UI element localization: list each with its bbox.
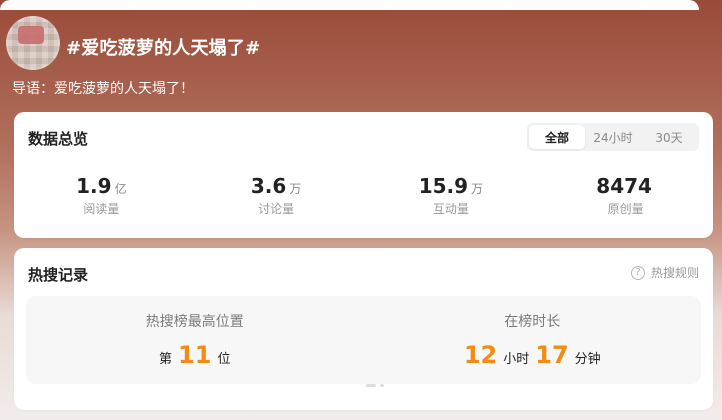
duration-hours-unit: 小时 — [503, 352, 530, 367]
stat-discuss-unit: 万 — [289, 182, 302, 196]
stat-read: 1.9 亿 阅读量 — [14, 174, 189, 224]
duration-minutes: 17 — [535, 341, 569, 369]
stat-original-number: 8474 — [596, 174, 652, 198]
highest-position: 热搜榜最高位置 第 11 位 — [26, 296, 364, 384]
topic-guide: 导语：爱吃菠萝的人天塌了！ — [12, 81, 194, 97]
hot-search-rules-link[interactable]: ? 热搜规则 — [630, 264, 699, 281]
duration-hours: 12 — [463, 341, 498, 369]
highest-position-prefix: 第 — [159, 352, 173, 367]
tab-24h[interactable]: 24小时 — [585, 125, 641, 149]
topic-avatar[interactable] — [6, 16, 60, 70]
topic-header: #爱吃菠萝的人天塌了# 导语：爱吃菠萝的人天塌了！ — [0, 0, 722, 110]
question-icon: ? — [630, 265, 645, 280]
overview-title: 数据总览 — [28, 130, 89, 148]
highest-position-title: 热搜榜最高位置 — [145, 314, 244, 330]
stat-discuss-label: 讨论量 — [258, 202, 295, 216]
data-overview-card: 数据总览 全部 24小时 30天 1.9 亿 阅读量 3.6 万 讨论量 15.… — [14, 112, 713, 238]
hot-search-card: 热搜记录 ? 热搜规则 热搜榜最高位置 第 11 位 在榜时长 12 小时 17… — [14, 248, 713, 410]
hot-search-rules-label: 热搜规则 — [650, 266, 699, 280]
listing-duration-value: 12 小时 17 分钟 — [464, 341, 601, 369]
hot-search-summary: 热搜榜最高位置 第 11 位 在榜时长 12 小时 17 分钟 — [26, 296, 701, 384]
duration-minutes-unit: 分钟 — [574, 352, 601, 367]
carousel-indicator — [366, 384, 384, 387]
stat-read-number: 1.9 — [76, 174, 112, 198]
listing-duration: 在榜时长 12 小时 17 分钟 — [364, 296, 702, 384]
stat-read-unit: 亿 — [114, 182, 127, 196]
tab-all[interactable]: 全部 — [529, 125, 585, 149]
overview-stats: 1.9 亿 阅读量 3.6 万 讨论量 15.9 万 互动量 8474 原创量 — [14, 174, 713, 224]
stat-interact-label: 互动量 — [432, 202, 469, 216]
stat-read-label: 阅读量 — [83, 202, 120, 216]
stat-discuss: 3.6 万 讨论量 — [189, 174, 364, 224]
listing-duration-title: 在榜时长 — [504, 314, 561, 330]
stat-read-value: 1.9 亿 — [76, 174, 126, 198]
topic-title: #爱吃菠萝的人天塌了# — [66, 38, 261, 59]
stat-interact-unit: 万 — [471, 182, 484, 196]
highest-position-value: 第 11 位 — [159, 341, 230, 369]
stat-interact: 15.9 万 互动量 — [364, 174, 539, 224]
time-range-tabs: 全部 24小时 30天 — [527, 123, 699, 151]
stat-original-value: 8474 — [596, 174, 655, 198]
carousel-dot — [380, 384, 384, 387]
stat-interact-value: 15.9 万 — [419, 174, 483, 198]
stat-discuss-number: 3.6 — [250, 174, 287, 198]
stat-interact-number: 15.9 — [418, 174, 469, 198]
stat-original-label: 原创量 — [607, 202, 644, 216]
stat-original: 8474 原创量 — [538, 174, 713, 224]
carousel-dot-active — [366, 384, 376, 387]
highest-position-suffix: 位 — [217, 352, 231, 367]
tab-30d[interactable]: 30天 — [641, 125, 697, 149]
highest-position-number: 11 — [178, 341, 212, 369]
stat-discuss-value: 3.6 万 — [251, 174, 301, 198]
hot-search-title: 热搜记录 — [28, 266, 89, 284]
